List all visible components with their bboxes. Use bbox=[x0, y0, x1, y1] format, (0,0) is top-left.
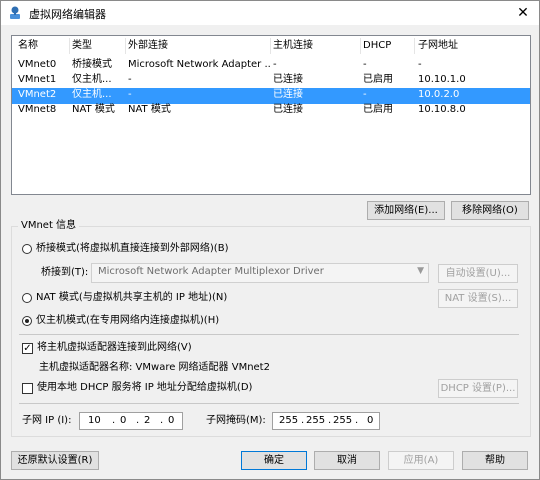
ip-dot: . bbox=[355, 415, 359, 426]
header-divider bbox=[414, 38, 415, 54]
cell-type: 桥接模式 bbox=[72, 59, 112, 70]
header-divider bbox=[360, 38, 361, 54]
bridge-to-value: Microsoft Network Adapter Multiplexor Dr… bbox=[98, 266, 324, 277]
close-icon[interactable]: ✕ bbox=[513, 3, 533, 23]
connect-adapter-checkbox[interactable]: ✓ bbox=[22, 343, 33, 354]
cancel-button[interactable]: 取消 bbox=[314, 451, 380, 470]
restore-defaults-button[interactable]: 还原默认设置(R) bbox=[11, 451, 99, 470]
nat-mode-label[interactable]: NAT 模式(与虚拟机共享主机的 IP 地址)(N) bbox=[36, 291, 227, 305]
subnet-mask-input[interactable]: 255 . 255 . 255 . 0 bbox=[272, 412, 380, 430]
host-only-mode-label[interactable]: 仅主机模式(在专用网络内连接虚拟机)(H) bbox=[36, 314, 219, 328]
ok-button[interactable]: 确定 bbox=[241, 451, 307, 470]
ip-octet: 0 bbox=[168, 415, 175, 426]
divider bbox=[19, 334, 519, 335]
vmnet-info-group bbox=[11, 226, 531, 437]
cell-name: VMnet2 bbox=[18, 89, 57, 100]
column-header-host[interactable]: 主机连接 bbox=[273, 38, 361, 54]
cell-host: 已连接 bbox=[273, 104, 303, 115]
cell-name: VMnet1 bbox=[18, 74, 57, 85]
bridge-mode-label[interactable]: 桥接模式(将虚拟机直接连接到外部网络)(B) bbox=[36, 242, 228, 256]
cell-name: VMnet0 bbox=[18, 59, 57, 70]
cell-name: VMnet8 bbox=[18, 104, 57, 115]
cell-host: 已连接 bbox=[273, 89, 303, 100]
ip-dot: . bbox=[136, 415, 140, 426]
remove-network-button[interactable]: 移除网络(O) bbox=[451, 201, 529, 220]
mask-octet: 255 bbox=[306, 415, 326, 426]
dhcp-settings-button[interactable]: DHCP 设置(P)... bbox=[438, 379, 518, 398]
chevron-down-icon: ▼ bbox=[417, 266, 424, 276]
cell-host: 已连接 bbox=[273, 74, 303, 85]
cell-dhcp: - bbox=[363, 89, 367, 100]
virtual-network-editor-window: 虚拟网络编辑器 ✕ 名称 类型 外部连接 主机连接 DHCP 子网地址 VMne… bbox=[0, 0, 540, 480]
cell-dhcp: 已启用 bbox=[363, 74, 393, 85]
ip-octet: 0 bbox=[120, 415, 127, 426]
subnet-ip-label: 子网 IP (I): bbox=[22, 415, 72, 426]
host-only-mode-radio[interactable] bbox=[22, 316, 32, 326]
cell-external: - bbox=[128, 74, 132, 85]
table-row-selected[interactable]: VMnet2 仅主机... - 已连接 - 10.0.2.0 bbox=[12, 88, 530, 104]
network-list[interactable]: 名称 类型 外部连接 主机连接 DHCP 子网地址 VMnet0 桥接模式 Mi… bbox=[11, 35, 531, 195]
table-row[interactable]: VMnet1 仅主机... - 已连接 已启用 10.10.1.0 bbox=[12, 73, 530, 89]
divider bbox=[19, 403, 519, 404]
add-network-button[interactable]: 添加网络(E)... bbox=[367, 201, 445, 220]
ip-dot: . bbox=[328, 415, 332, 426]
cell-type: NAT 模式 bbox=[72, 104, 115, 115]
use-dhcp-label[interactable]: 使用本地 DHCP 服务将 IP 地址分配给虚拟机(D) bbox=[37, 381, 252, 395]
ip-dot: . bbox=[301, 415, 305, 426]
cell-subnet: 10.0.2.0 bbox=[418, 89, 460, 100]
help-button[interactable]: 帮助 bbox=[462, 451, 528, 470]
mask-octet: 255 bbox=[333, 415, 353, 426]
cell-subnet: - bbox=[418, 59, 422, 70]
column-header-dhcp[interactable]: DHCP bbox=[363, 38, 413, 54]
cell-subnet: 10.10.8.0 bbox=[418, 104, 466, 115]
bridge-mode-radio[interactable] bbox=[22, 244, 32, 254]
list-header: 名称 类型 外部连接 主机连接 DHCP 子网地址 bbox=[12, 38, 530, 54]
nat-mode-radio[interactable] bbox=[22, 293, 32, 303]
cell-type: 仅主机... bbox=[72, 89, 112, 100]
column-header-subnet[interactable]: 子网地址 bbox=[418, 38, 518, 54]
bridge-to-select[interactable]: Microsoft Network Adapter Multiplexor Dr… bbox=[91, 263, 429, 283]
bridge-to-label: 桥接到(T): bbox=[41, 267, 89, 278]
radio-selected-dot bbox=[25, 319, 29, 323]
table-row[interactable]: VMnet0 桥接模式 Microsoft Network Adapter ..… bbox=[12, 58, 530, 74]
use-dhcp-checkbox[interactable] bbox=[22, 383, 33, 394]
connect-adapter-label[interactable]: 将主机虚拟适配器连接到此网络(V) bbox=[37, 341, 192, 355]
header-divider bbox=[125, 38, 126, 54]
cell-dhcp: - bbox=[363, 59, 367, 70]
column-header-external[interactable]: 外部连接 bbox=[128, 38, 270, 54]
cell-host: - bbox=[273, 59, 277, 70]
vmware-network-icon bbox=[10, 6, 20, 19]
nat-settings-button[interactable]: NAT 设置(S)... bbox=[438, 289, 518, 308]
ip-dot: . bbox=[112, 415, 116, 426]
header-divider bbox=[270, 38, 271, 54]
cell-external: - bbox=[128, 89, 132, 100]
vmnet-info-title: VMnet 信息 bbox=[18, 220, 80, 232]
column-header-name[interactable]: 名称 bbox=[18, 38, 70, 54]
header-divider bbox=[69, 38, 70, 54]
subnet-ip-input[interactable]: 10 . 0 . 2 . 0 bbox=[79, 412, 183, 430]
column-header-type[interactable]: 类型 bbox=[72, 38, 126, 54]
ip-octet: 10 bbox=[88, 415, 101, 426]
auto-settings-button[interactable]: 自动设置(U)... bbox=[438, 264, 518, 283]
cell-dhcp: 已启用 bbox=[363, 104, 393, 115]
mask-octet: 255 bbox=[279, 415, 299, 426]
subnet-mask-label: 子网掩码(M): bbox=[206, 415, 266, 426]
cell-external: Microsoft Network Adapter ... bbox=[128, 59, 270, 70]
ip-octet: 2 bbox=[144, 415, 151, 426]
mask-octet: 0 bbox=[367, 415, 374, 426]
ip-dot: . bbox=[160, 415, 164, 426]
table-row[interactable]: VMnet8 NAT 模式 NAT 模式 已连接 已启用 10.10.8.0 bbox=[12, 103, 530, 119]
cell-type: 仅主机... bbox=[72, 74, 112, 85]
title-bar: 虚拟网络编辑器 ✕ bbox=[1, 1, 539, 25]
window-title: 虚拟网络编辑器 bbox=[29, 8, 106, 21]
cell-subnet: 10.10.1.0 bbox=[418, 74, 466, 85]
adapter-name-text: 主机虚拟适配器名称: VMware 网络适配器 VMnet2 bbox=[39, 362, 270, 373]
apply-button[interactable]: 应用(A) bbox=[388, 451, 454, 470]
cell-external: NAT 模式 bbox=[128, 104, 171, 115]
